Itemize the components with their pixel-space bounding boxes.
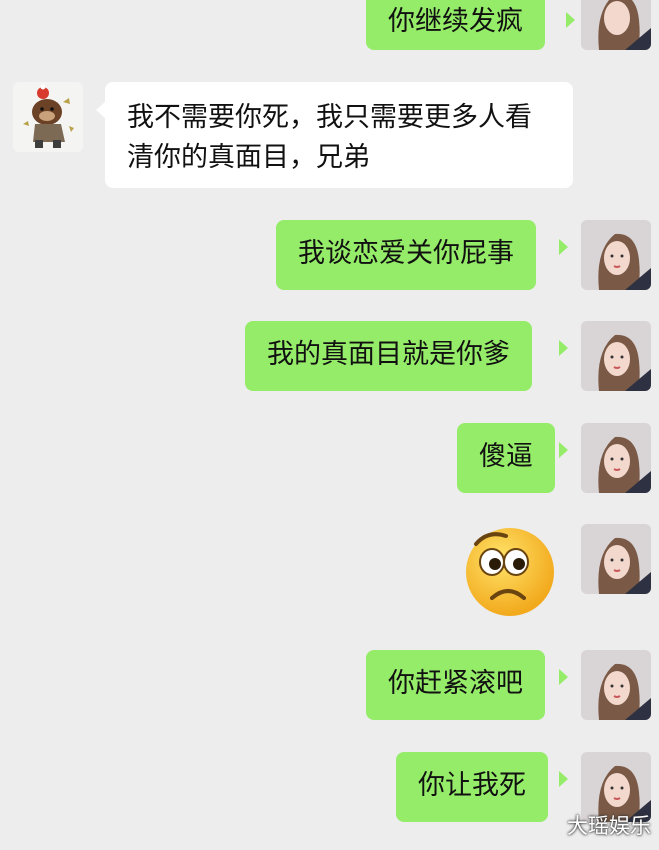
my-avatar[interactable] [581,220,651,290]
message-bubble[interactable]: 我的真面目就是你爹 [245,321,532,391]
message-bubble[interactable]: 我不需要你死，我只需要更多人看清你的真面目，兄弟 [105,82,573,188]
message-bubble[interactable]: 我谈恋爱关你屁事 [276,220,536,290]
contact-avatar[interactable] [13,82,83,152]
worried-face-emoji[interactable] [462,522,558,618]
my-avatar[interactable] [581,423,651,493]
my-avatar[interactable] [581,524,651,594]
my-avatar[interactable] [581,650,651,720]
watermark: 大瑶娱乐 [567,814,651,838]
message-bubble[interactable]: 你继续发疯 [366,0,545,50]
my-avatar[interactable] [581,321,651,391]
my-avatar[interactable] [581,0,651,50]
message-bubble[interactable]: 你让我死 [396,752,548,822]
message-bubble[interactable]: 傻逼 [457,423,555,493]
message-bubble[interactable]: 你赶紧滚吧 [366,650,545,720]
